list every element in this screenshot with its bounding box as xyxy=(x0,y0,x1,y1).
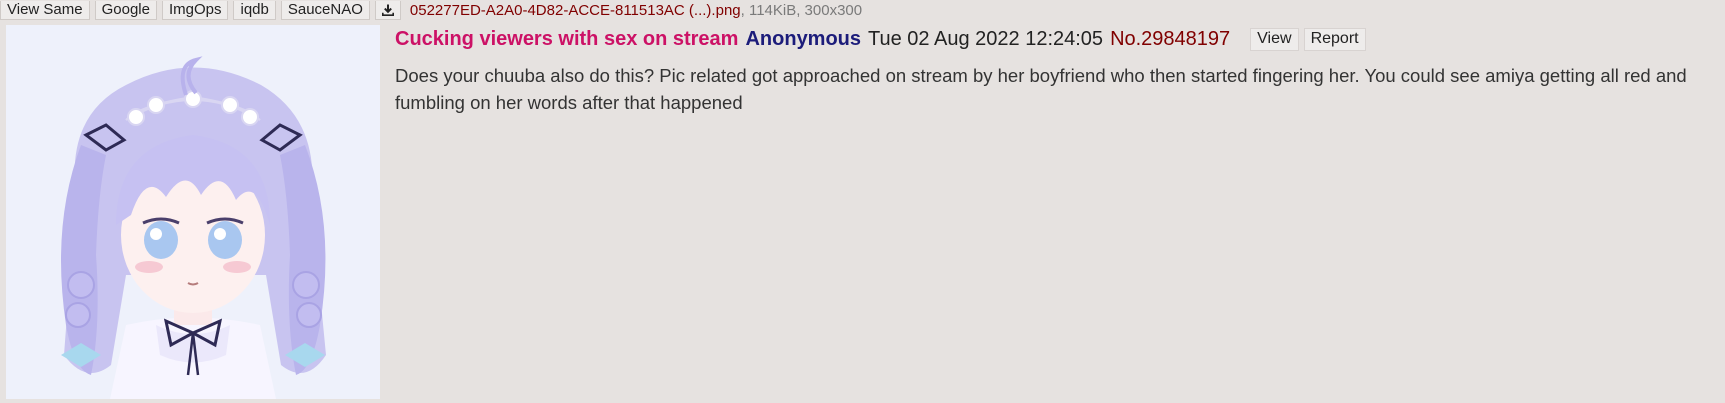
post-subject: Cucking viewers with sex on stream xyxy=(395,27,739,50)
post-date: Tue 02 Aug 2022 12:24:05 xyxy=(868,27,1104,50)
file-name-link[interactable]: 052277ED-A2A0-4D82-ACCE-811513AC (...).p… xyxy=(410,2,741,19)
imgops-button[interactable]: ImgOps xyxy=(161,0,229,20)
download-button[interactable] xyxy=(374,0,401,20)
poster-name: Anonymous xyxy=(745,27,862,50)
google-search-button[interactable]: Google xyxy=(94,0,157,20)
view-same-button[interactable]: View Same xyxy=(0,0,90,20)
post-number-link[interactable]: No.29848197 xyxy=(1110,28,1230,51)
view-button[interactable]: View xyxy=(1250,27,1299,51)
file-info-bar: View Same Google ImgOps iqdb SauceNAO 05… xyxy=(0,0,862,20)
iqdb-button[interactable]: iqdb xyxy=(233,0,276,20)
post-body: Does your chuuba also do this? Pic relat… xyxy=(395,65,1687,113)
thumbnail-image xyxy=(6,25,380,399)
post-thumbnail[interactable] xyxy=(6,25,380,399)
thread-page: View Same Google ImgOps iqdb SauceNAO 05… xyxy=(0,0,1725,403)
file-meta: , 114KiB, 300x300 xyxy=(740,1,863,19)
report-button[interactable]: Report xyxy=(1303,27,1366,51)
post-header: Cucking viewers with sex on stream Anony… xyxy=(395,26,1366,52)
saucenao-button[interactable]: SauceNAO xyxy=(280,0,370,20)
download-icon xyxy=(381,4,394,16)
